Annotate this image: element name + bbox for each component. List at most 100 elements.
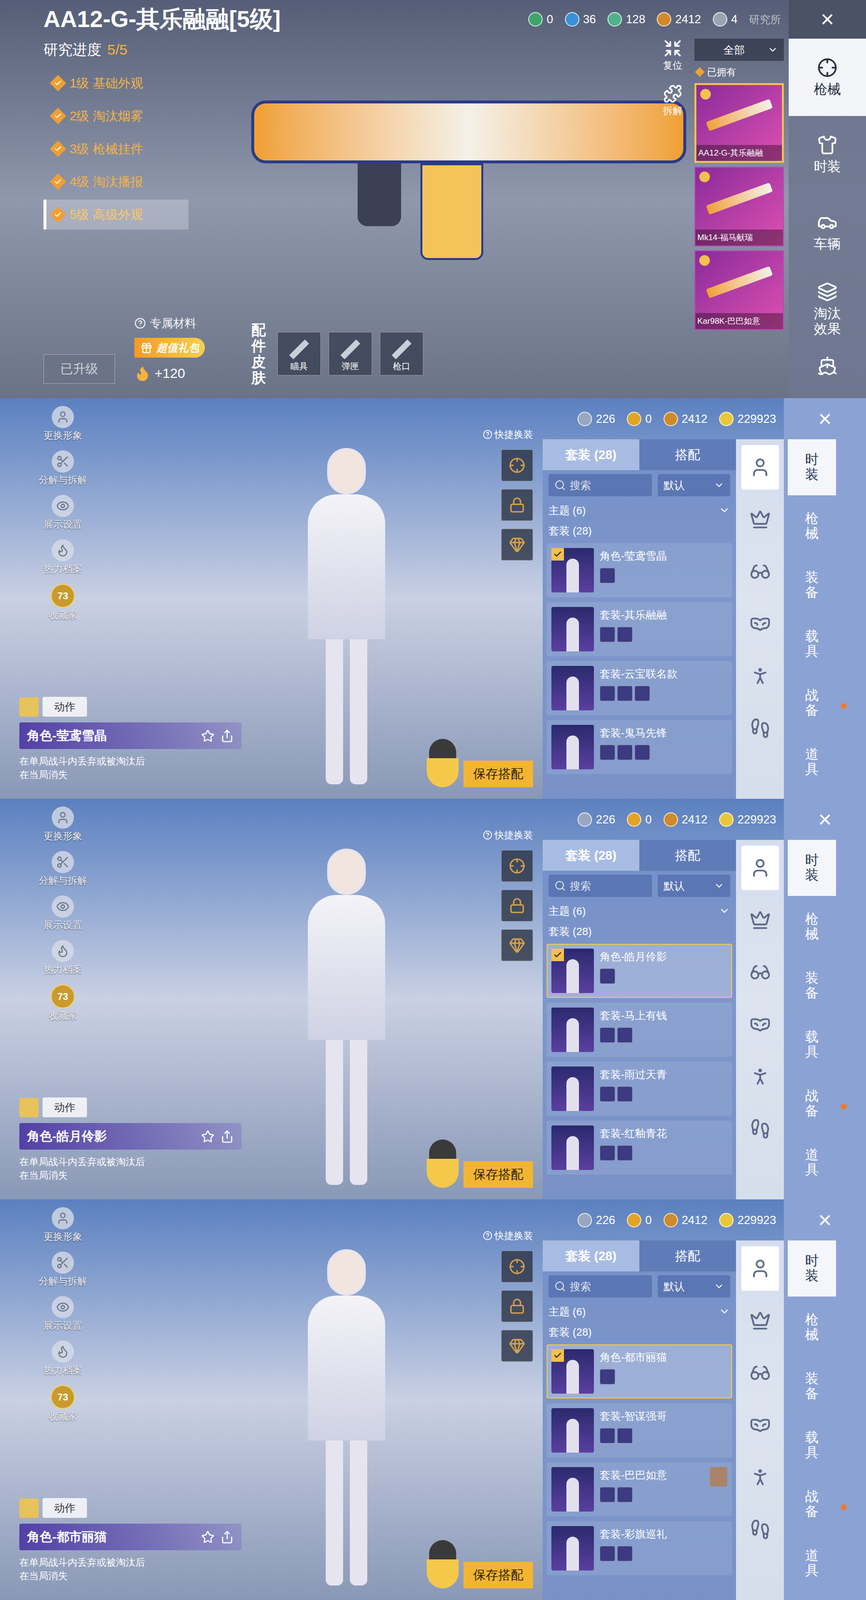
side-menu-item[interactable]: 更换形象: [19, 405, 107, 443]
outfit-item[interactable]: 角色-都市丽猫: [542, 1342, 737, 1401]
slot-button[interactable]: [741, 601, 780, 647]
tab[interactable]: 搭配: [639, 439, 737, 471]
slot-button[interactable]: [741, 1507, 780, 1552]
skin-card[interactable]: AA12-G-其乐融融: [694, 83, 784, 163]
slot-button[interactable]: [741, 445, 780, 490]
nav-item[interactable]: 枪械: [788, 38, 866, 116]
tab[interactable]: 套装 (28): [542, 439, 640, 471]
category-item[interactable]: 战备: [787, 1476, 837, 1533]
slot-button[interactable]: [741, 1002, 780, 1047]
theme-header[interactable]: 主题 (6): [542, 500, 737, 521]
level-item[interactable]: 5级 高级外观: [43, 199, 189, 230]
tab[interactable]: 搭配: [639, 839, 737, 871]
sort-dropdown[interactable]: 默认: [657, 874, 731, 897]
category-item[interactable]: 装备: [787, 557, 837, 614]
search-field[interactable]: 搜索: [548, 474, 652, 497]
slot-button[interactable]: [741, 1350, 780, 1396]
tab[interactable]: 搭配: [639, 1240, 737, 1272]
save-outfit-button[interactable]: 保存搭配: [463, 1161, 534, 1188]
slot-button[interactable]: [741, 897, 780, 943]
quick-change-button[interactable]: [501, 1250, 534, 1283]
star-icon[interactable]: [201, 1530, 215, 1545]
nav-item[interactable]: 淘汰效果: [788, 270, 866, 348]
close-button[interactable]: ×: [783, 1199, 866, 1241]
help-icon[interactable]: [482, 1230, 493, 1241]
side-menu-item[interactable]: 热力档案: [19, 1340, 107, 1378]
gift-tag[interactable]: 超值礼包: [134, 337, 205, 358]
upgrade-button[interactable]: 已升级: [43, 354, 116, 384]
slot-button[interactable]: [741, 549, 780, 594]
outfit-item[interactable]: 套装-巴巴如意: [542, 1459, 737, 1519]
outfit-item[interactable]: 套装-鬼马先锋: [542, 717, 737, 777]
outfit-item[interactable]: 套装-云宝联名款: [542, 658, 737, 718]
theme-header[interactable]: 主题 (6): [542, 900, 737, 922]
level-item[interactable]: 1级 基础外观: [43, 68, 189, 99]
slot-button[interactable]: [741, 845, 780, 891]
slot-button[interactable]: [741, 1455, 780, 1500]
category-item[interactable]: 枪械: [787, 1299, 837, 1356]
category-item[interactable]: 枪械: [787, 498, 837, 555]
close-button[interactable]: ×: [783, 398, 866, 440]
share-icon[interactable]: [220, 1129, 234, 1144]
category-item[interactable]: 道具: [787, 734, 837, 791]
slot-button[interactable]: [741, 497, 780, 542]
action-button[interactable]: 动作: [42, 1097, 87, 1118]
side-menu-item[interactable]: 更换形象: [19, 806, 107, 844]
outfit-item[interactable]: 套装-其乐融融: [542, 599, 737, 659]
nav-item[interactable]: 时装: [788, 115, 866, 194]
level-item[interactable]: 3级 枪械挂件: [43, 133, 189, 164]
quick-change-button[interactable]: [501, 850, 534, 882]
action-button[interactable]: 动作: [42, 696, 87, 717]
tab[interactable]: 套装 (28): [542, 839, 640, 871]
category-item[interactable]: 枪械: [787, 898, 837, 955]
slot-button[interactable]: [741, 950, 780, 995]
star-icon[interactable]: [201, 729, 215, 743]
category-item[interactable]: 装备: [787, 957, 837, 1014]
tool-button[interactable]: 复位: [663, 38, 683, 73]
close-button[interactable]: ×: [788, 0, 866, 39]
slot-button[interactable]: [741, 1246, 780, 1291]
nav-item[interactable]: [788, 347, 866, 376]
share-icon[interactable]: [220, 729, 234, 743]
outfit-item[interactable]: 套装-雨过天青: [542, 1059, 737, 1119]
slot-button[interactable]: [741, 706, 780, 751]
category-item[interactable]: 战备: [787, 1075, 837, 1132]
side-menu-item[interactable]: 更换形象: [19, 1207, 107, 1244]
share-icon[interactable]: [220, 1530, 234, 1545]
category-item[interactable]: 时装: [787, 1240, 837, 1297]
theme-header[interactable]: 主题 (6): [542, 1301, 737, 1322]
help-icon[interactable]: [134, 317, 146, 330]
skin-card[interactable]: Kar98K-巴巴如意: [694, 250, 784, 331]
sort-dropdown[interactable]: 默认: [657, 474, 731, 497]
category-item[interactable]: 道具: [787, 1134, 837, 1191]
side-menu-item[interactable]: 分解与拆解: [19, 450, 107, 488]
quick-change-button[interactable]: [501, 1290, 534, 1323]
level-item[interactable]: 2级 淘汰烟雾: [43, 101, 189, 131]
quick-change-button[interactable]: [501, 889, 534, 922]
side-menu-item[interactable]: 展示设置: [19, 1296, 107, 1333]
side-menu-item[interactable]: 分解与拆解: [19, 851, 107, 888]
quick-change-button[interactable]: [501, 528, 534, 561]
accessory-slot[interactable]: 瞄具: [277, 331, 321, 376]
slot-button[interactable]: [741, 1106, 780, 1152]
category-item[interactable]: 时装: [787, 439, 837, 496]
side-menu-item[interactable]: 73收藏家: [19, 1385, 107, 1424]
help-icon[interactable]: [482, 429, 493, 440]
tool-button[interactable]: 拆解: [663, 84, 683, 118]
quick-change-button[interactable]: [501, 489, 534, 521]
side-menu-item[interactable]: 展示设置: [19, 494, 107, 532]
search-field[interactable]: 搜索: [548, 1275, 652, 1298]
help-icon[interactable]: [482, 830, 493, 840]
slot-button[interactable]: [741, 1298, 780, 1343]
slot-button[interactable]: [741, 1054, 780, 1099]
category-item[interactable]: 装备: [787, 1358, 837, 1415]
category-item[interactable]: 战备: [787, 675, 837, 732]
category-item[interactable]: 载具: [787, 616, 837, 673]
category-item[interactable]: 载具: [787, 1417, 837, 1474]
skin-card[interactable]: Mk14-福马献瑞: [694, 166, 784, 247]
outfit-item[interactable]: 套装-马上有钱: [542, 1000, 737, 1060]
accessory-slot[interactable]: 弹匣: [328, 331, 373, 376]
category-item[interactable]: 时装: [787, 839, 837, 896]
lab-link[interactable]: 研究所: [749, 11, 781, 28]
tab[interactable]: 套装 (28): [542, 1240, 640, 1272]
